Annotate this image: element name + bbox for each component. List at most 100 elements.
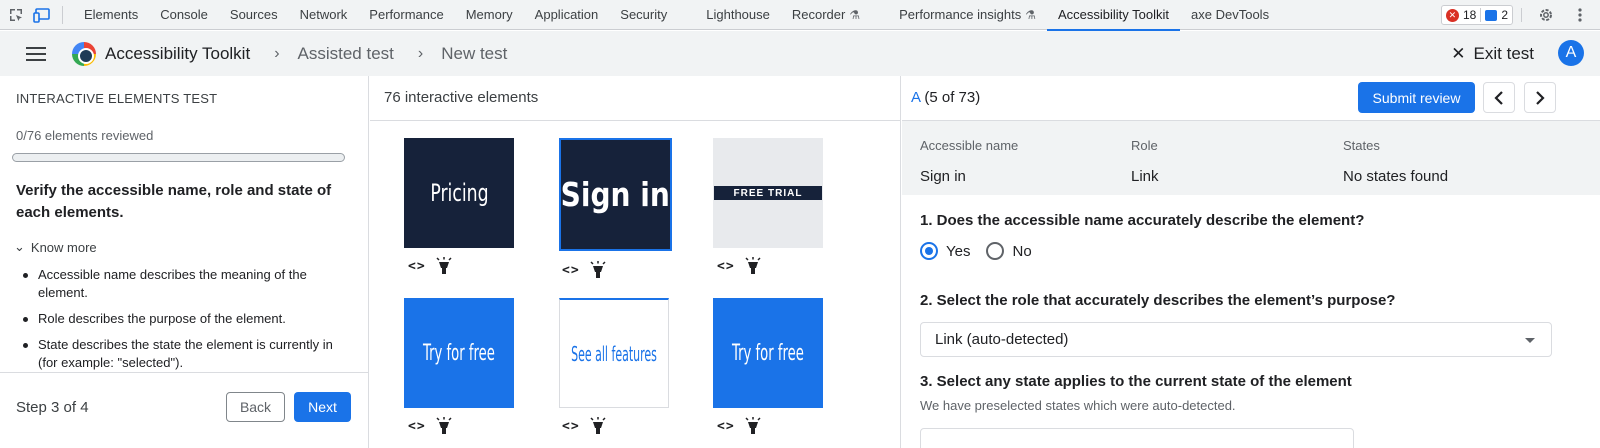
know-more-label: Know more [30,239,97,255]
code-icon[interactable]: <> [408,259,426,274]
element-thumbnail[interactable]: See all features [559,298,669,408]
list-item: Role describes the purpose of the elemen… [16,310,336,328]
code-icon[interactable]: <> [562,419,580,434]
settings-gear-icon[interactable] [1536,5,1556,25]
code-icon[interactable]: <> [562,263,580,278]
role-value: Link [1131,168,1159,185]
chevron-right-icon [1536,90,1545,105]
tab-recorder[interactable]: Recorder ⚗ [781,0,871,30]
element-thumbnail[interactable]: Try for free [713,298,823,408]
toolbar-divider [1521,8,1522,22]
step-indicator: Step 3 of 4 [16,399,89,416]
state-select[interactable] [920,428,1354,448]
element-tag-link[interactable]: A [911,89,920,106]
thumbnail-actions: <> [562,261,606,279]
question-state: 3. Select any state applies to the curre… [920,373,1352,390]
instructions-panel: INTERACTIVE ELEMENTS TEST 0/76 elements … [0,76,369,448]
code-icon[interactable]: <> [717,419,735,434]
previous-element-button[interactable] [1483,82,1515,113]
avatar[interactable]: A [1558,40,1584,66]
review-panel: A (5 of 73) Submit review Accessible nam… [902,76,1600,448]
element-thumbnail[interactable]: Try for free [404,298,514,408]
element-index: (5 of 73) [924,89,981,106]
app-title[interactable]: Accessibility Toolkit [105,44,250,64]
breadcrumb-assisted-test[interactable]: Assisted test [298,44,394,64]
experimental-flask-icon: ⚗ [1025,7,1036,22]
submit-review-button[interactable]: Submit review [1358,82,1475,113]
know-more-toggle[interactable]: ⌄ Know more [14,239,97,255]
tab-application[interactable]: Application [524,0,610,30]
tab-memory[interactable]: Memory [455,0,524,30]
thumbnail-text: FREE TRIAL [714,186,822,200]
app-header: Accessibility Toolkit › Assisted test › … [0,31,1600,76]
highlight-icon[interactable] [745,417,761,435]
highlight-icon[interactable] [436,257,452,275]
progress-text: 0/76 elements reviewed [16,128,154,143]
element-thumbnail[interactable]: Pricing [404,138,514,248]
next-button[interactable]: Next [294,392,351,422]
tab-axe-devtools[interactable]: axe DevTools [1180,0,1280,30]
test-heading: INTERACTIVE ELEMENTS TEST [16,91,218,106]
question-role: 2. Select the role that accurately descr… [920,292,1396,309]
accessible-name-value: Sign in [920,168,966,185]
highlight-icon[interactable] [436,417,452,435]
thumbnail-text: Try for free [732,340,804,366]
list-item: State describes the state the element is… [16,336,336,372]
inspect-element-icon[interactable] [6,5,26,25]
tab-accessibility-toolkit[interactable]: Accessibility Toolkit [1047,0,1181,31]
thumbnail-actions: <> [562,417,606,435]
thumbnail-text: Try for free [423,340,495,366]
tab-network[interactable]: Network [289,0,359,30]
radio-yes-label[interactable]: Yes [946,243,970,260]
thumbnail-text: Sign in [560,175,671,214]
more-vert-icon[interactable] [1570,5,1590,25]
close-icon: ✕ [1451,43,1466,63]
radio-yes[interactable] [920,242,938,260]
question-accessible-name: 1. Does the accessible name accurately d… [920,212,1365,229]
radio-no[interactable] [986,242,1005,260]
thumbnail-text: Pricing [429,179,489,207]
role-select[interactable]: Link (auto-detected) [920,322,1552,357]
list-item: Accessible name describes the meaning of… [16,266,336,302]
tab-performance[interactable]: Performance [358,0,454,30]
divider [370,120,901,121]
tab-elements[interactable]: Elements [73,0,149,30]
issues-counter[interactable]: ✕ 18 2 [1440,5,1513,25]
table-header: States [1343,138,1380,153]
thumbnail-text: See all features [571,341,657,366]
chevron-down-icon: ⌄ [14,239,25,254]
table-header: Accessible name [920,138,1019,153]
exit-test-button[interactable]: ✕ Exit test [1451,31,1534,76]
device-toolbar-icon[interactable] [32,5,52,25]
dropdown-arrow-icon [1525,338,1535,343]
error-icon: ✕ [1445,8,1459,22]
highlight-icon[interactable] [590,417,606,435]
tab-performance-insights[interactable]: Performance insights ⚗ [871,0,1047,30]
counter-divider [1480,8,1482,22]
tab-lighthouse[interactable]: Lighthouse [678,0,781,30]
chevron-left-icon [1494,90,1503,105]
role-select-value: Link (auto-detected) [935,331,1069,348]
message-count: 2 [1501,8,1508,22]
next-element-button[interactable] [1524,82,1556,113]
radio-no-label[interactable]: No [1012,243,1031,260]
code-icon[interactable]: <> [717,259,735,274]
menu-icon[interactable] [26,46,46,61]
code-icon[interactable]: <> [408,419,426,434]
chevron-right-icon: › [417,44,424,62]
highlight-icon[interactable] [745,257,761,275]
message-icon [1485,9,1498,21]
step-footer: Step 3 of 4 Back Next [0,372,368,448]
toolbar-divider [62,5,63,24]
tab-sources[interactable]: Sources [219,0,289,30]
states-value: No states found [1343,168,1449,185]
element-position: A (5 of 73) [911,89,980,106]
elements-count-heading: 76 interactive elements [384,89,539,106]
element-thumbnail[interactable]: FREE TRIAL [713,138,823,248]
tab-console[interactable]: Console [149,0,219,30]
tab-security[interactable]: Security [609,0,678,30]
highlight-icon[interactable] [590,261,606,279]
know-more-list: Accessible name describes the meaning of… [16,266,336,380]
back-button[interactable]: Back [226,392,285,422]
element-thumbnail-selected[interactable]: Sign in [559,138,672,251]
